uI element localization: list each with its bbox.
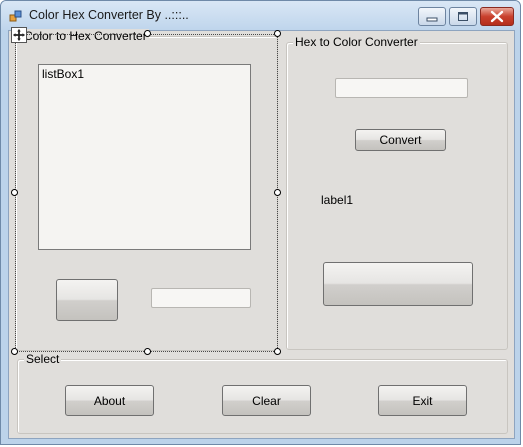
resize-handle[interactable] <box>144 30 151 37</box>
resize-handle[interactable] <box>11 348 18 355</box>
pick-color-button[interactable] <box>56 279 118 321</box>
maximize-icon <box>458 12 468 21</box>
group-select-label: Select <box>24 352 62 366</box>
color-listbox[interactable]: listBox1 <box>38 64 251 250</box>
result-label: label1 <box>321 193 354 207</box>
app-icon <box>9 10 22 22</box>
minimize-button[interactable] <box>418 7 446 26</box>
clear-button[interactable]: Clear <box>222 385 311 416</box>
window-title: Color Hex Converter By ..:::.. <box>29 8 189 22</box>
resize-handle[interactable] <box>274 30 281 37</box>
form-client-area: Color to Hex Converter listBox1 Hex to C… <box>8 29 515 439</box>
maximize-button[interactable] <box>449 7 477 26</box>
close-icon <box>490 10 504 23</box>
app-window: Color Hex Converter By ..:::.. Color to … <box>0 0 521 445</box>
exit-button[interactable]: Exit <box>378 385 467 416</box>
group-color-to-hex-label: Color to Hex Converter <box>22 29 149 43</box>
resize-handle[interactable] <box>274 348 281 355</box>
convert-button[interactable]: Convert <box>355 129 446 151</box>
resize-handle[interactable] <box>11 189 18 196</box>
about-button[interactable]: About <box>65 385 154 416</box>
listbox-item[interactable]: listBox1 <box>42 67 84 81</box>
hex-output-field[interactable] <box>151 288 251 308</box>
resize-handle[interactable] <box>144 348 151 355</box>
color-preview-button[interactable] <box>323 262 473 306</box>
group-hex-to-color-label: Hex to Color Converter <box>293 35 420 49</box>
resize-handle[interactable] <box>274 189 281 196</box>
move-handle-icon[interactable] <box>11 27 27 43</box>
title-bar[interactable]: Color Hex Converter By ..:::.. <box>1 1 520 30</box>
hex-input-field[interactable] <box>335 78 468 98</box>
minimize-icon <box>426 17 438 22</box>
close-button[interactable] <box>480 7 514 26</box>
